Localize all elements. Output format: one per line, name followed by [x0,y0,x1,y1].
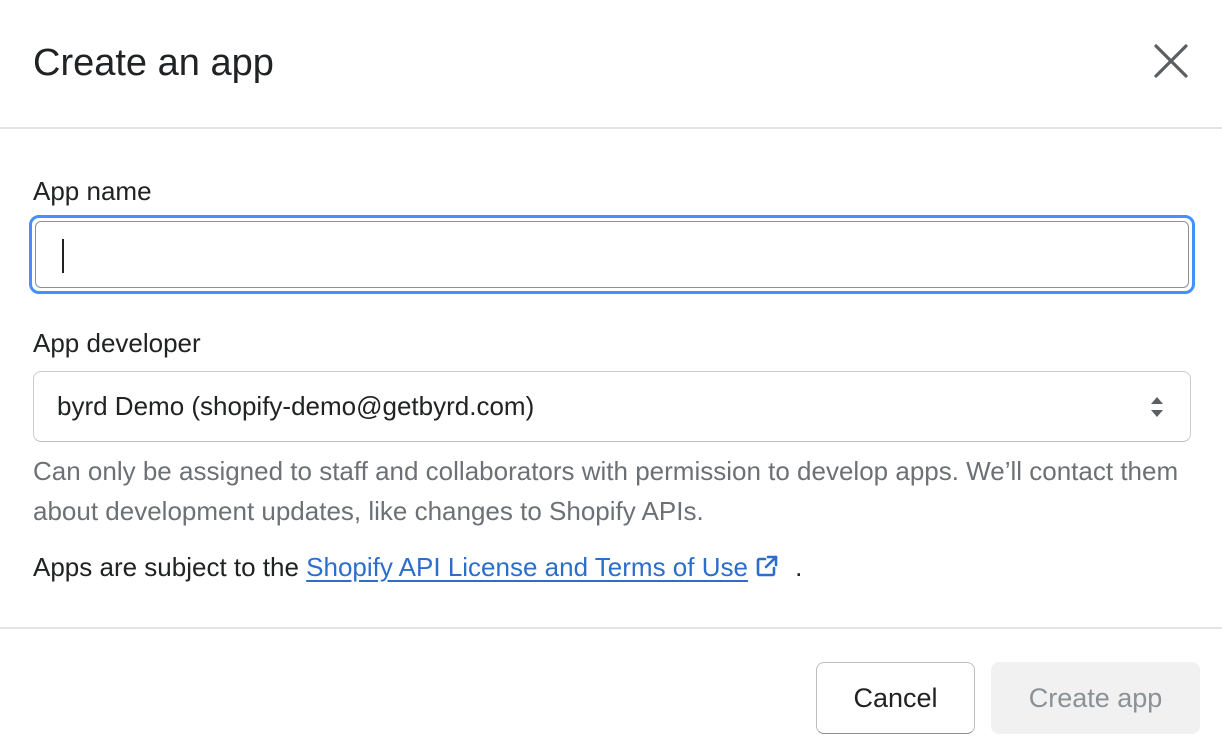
app-developer-help-text: Can only be assigned to staff and collab… [33,456,1179,526]
app-developer-label: App developer [33,328,201,358]
dialog-header: Create an app [0,0,1222,129]
close-button[interactable] [1146,36,1196,86]
create-app-button[interactable]: Create app [991,662,1200,734]
app-name-input[interactable] [29,215,1195,294]
create-app-dialog: Create an app App name App developer byr… [0,0,1222,756]
select-arrows-icon [1151,397,1163,417]
terms-link[interactable]: Shopify API License and Terms of Use [306,552,748,582]
text-caret [62,239,64,273]
app-developer-selected-value: byrd Demo (shopify-demo@getbyrd.com) [57,391,535,421]
dialog-body: App name App developer byrd Demo (shopif… [0,129,1222,627]
dialog-footer: Cancel Create app [0,627,1222,756]
close-icon [1154,44,1188,78]
dialog-title: Create an app [33,42,274,84]
app-name-input-field[interactable] [35,221,1189,288]
terms-link-text: Shopify API License and Terms of Use [306,552,748,582]
app-developer-select[interactable]: byrd Demo (shopify-demo@getbyrd.com) [33,371,1191,442]
terms-suffix: . [795,552,803,582]
external-link-icon[interactable] [756,555,778,577]
app-name-label: App name [33,176,152,206]
cancel-button[interactable]: Cancel [816,662,975,734]
terms-notice: Apps are subject to the Shopify API Lice… [33,547,802,587]
terms-prefix: Apps are subject to the [33,552,307,582]
